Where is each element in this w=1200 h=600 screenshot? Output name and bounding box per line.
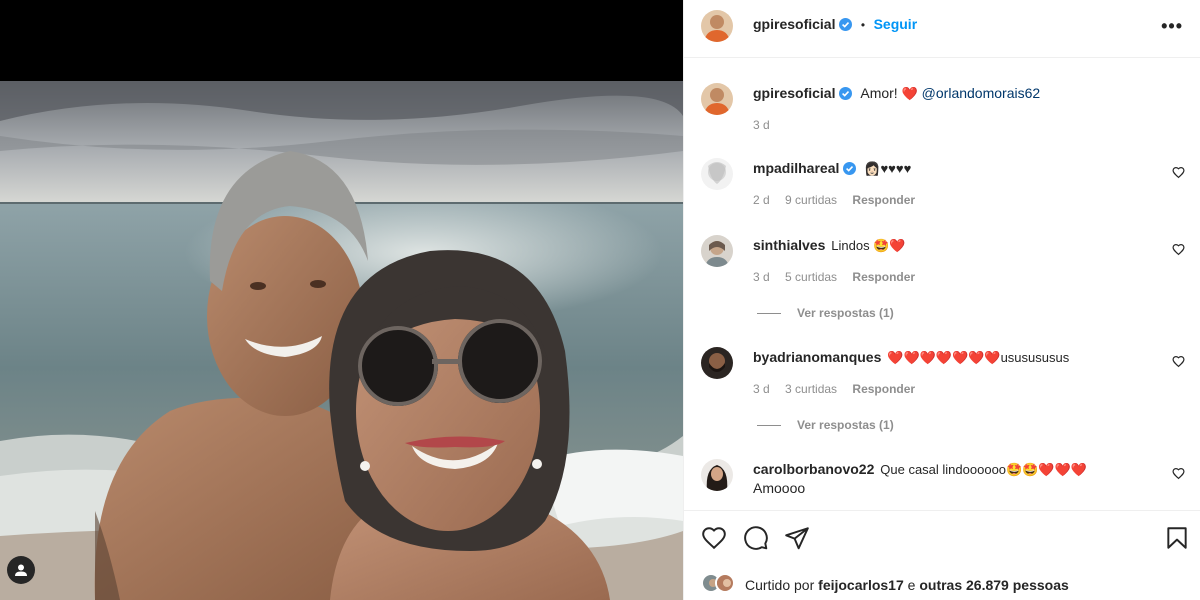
- header-line: gpiresoficial • Seguir: [753, 16, 917, 34]
- comment-username[interactable]: mpadilhareal: [753, 160, 839, 176]
- comment-avatar[interactable]: [701, 158, 733, 190]
- likes-others[interactable]: outras 26.879 pessoas: [919, 577, 1068, 593]
- comment-body: Que casal lindoooooo🤩🤩❤️❤️❤️: [880, 462, 1087, 477]
- like-comment-icon[interactable]: [1172, 467, 1185, 480]
- caption-meta: 3 d: [753, 118, 782, 132]
- post-media: [0, 0, 683, 600]
- post-header: gpiresoficial • Seguir •••: [684, 0, 1200, 58]
- like-comment-icon[interactable]: [1172, 355, 1185, 368]
- follow-button[interactable]: Seguir: [874, 16, 918, 32]
- comment-username[interactable]: carolborbanovo22: [753, 461, 874, 477]
- reply-button[interactable]: Responder: [852, 193, 915, 207]
- verified-badge-icon: [843, 162, 857, 175]
- comment-likes[interactable]: 5 curtidas: [785, 270, 837, 284]
- comment-avatar[interactable]: [701, 347, 733, 379]
- like-comment-icon[interactable]: [1172, 166, 1185, 179]
- post-details-panel: gpiresoficial • Seguir ••• gpiresoficial…: [683, 0, 1200, 600]
- comment-time[interactable]: 3 d: [753, 382, 770, 396]
- comment-icon[interactable]: [743, 525, 769, 551]
- likes-prefix: Curtido por: [745, 577, 815, 593]
- like-icon[interactable]: [701, 525, 727, 551]
- post-actions: Curtido por feijocarlos17 e outras 26.87…: [684, 510, 1200, 600]
- view-replies-label: Ver respostas (1): [797, 306, 894, 320]
- comment-time[interactable]: 2 d: [753, 193, 770, 207]
- comment-meta: 3 d 5 curtidas Responder: [753, 270, 927, 284]
- caption-time[interactable]: 3 d: [753, 118, 770, 132]
- likes-summary: Curtido por feijocarlos17 e outras 26.87…: [745, 577, 1069, 593]
- verified-badge-icon: [839, 18, 853, 31]
- comment-body-continued: Amoooo: [753, 480, 806, 496]
- dot-separator: •: [860, 18, 866, 32]
- tagged-users-button[interactable]: [7, 556, 35, 584]
- caption-text: gpiresoficial Amor! ❤️ @orlandomorais62: [753, 84, 1163, 103]
- verified-badge-icon: [839, 87, 853, 100]
- like-comment-icon[interactable]: [1172, 243, 1185, 256]
- author-username[interactable]: gpiresoficial: [753, 16, 835, 32]
- reply-button[interactable]: Responder: [852, 270, 915, 284]
- comment-body: 👩🏻♥♥♥♥: [864, 161, 912, 176]
- comment-meta: 2 d 9 curtidas Responder: [753, 193, 927, 207]
- caption-username[interactable]: gpiresoficial: [753, 85, 835, 101]
- comment-text: carolborbanovo22 Que casal lindoooooo🤩🤩❤…: [753, 460, 1163, 497]
- comment-text: sinthialves Lindos 🤩❤️: [753, 236, 1163, 255]
- author-avatar[interactable]: [701, 10, 733, 42]
- caption-body: Amor!: [860, 85, 898, 101]
- comment-time[interactable]: 3 d: [753, 270, 770, 284]
- liker-avatar[interactable]: [715, 573, 735, 593]
- share-icon[interactable]: [784, 525, 810, 551]
- caption-avatar[interactable]: [701, 83, 733, 115]
- replies-line: [757, 425, 781, 427]
- comment-likes[interactable]: 3 curtidas: [785, 382, 837, 396]
- user-icon: [15, 564, 27, 576]
- heart-emoji: ❤️: [901, 86, 918, 101]
- likes-middle: e: [907, 577, 916, 593]
- comment-likes[interactable]: 9 curtidas: [785, 193, 837, 207]
- comment-username[interactable]: sinthialves: [753, 237, 825, 253]
- view-replies-button[interactable]: Ver respostas (1): [757, 306, 894, 320]
- comments-list: gpiresoficial Amor! ❤️ @orlandomorais62 …: [684, 59, 1200, 510]
- comment-body: ❤️❤️❤️❤️❤️❤️❤️ususususus: [887, 350, 1070, 365]
- comment-username[interactable]: byadrianomanques: [753, 349, 881, 365]
- comment-avatar[interactable]: [701, 235, 733, 267]
- comment-meta: 3 d 3 curtidas Responder: [753, 382, 927, 396]
- reply-button[interactable]: Responder: [852, 382, 915, 396]
- comment-body: Lindos 🤩❤️: [831, 238, 906, 253]
- comment-text: mpadilhareal 👩🏻♥♥♥♥: [753, 159, 1163, 178]
- post-photo[interactable]: [0, 81, 683, 600]
- liker-username[interactable]: feijocarlos17: [818, 577, 904, 593]
- view-replies-button[interactable]: Ver respostas (1): [757, 418, 894, 432]
- comment-text: byadrianomanques ❤️❤️❤️❤️❤️❤️❤️ususususu…: [753, 348, 1163, 367]
- more-options-icon[interactable]: •••: [1161, 16, 1183, 37]
- save-bookmark-icon[interactable]: [1164, 525, 1190, 551]
- view-replies-label: Ver respostas (1): [797, 418, 894, 432]
- replies-line: [757, 313, 781, 315]
- comment-avatar[interactable]: [701, 459, 733, 491]
- caption-mention[interactable]: @orlandomorais62: [922, 85, 1041, 101]
